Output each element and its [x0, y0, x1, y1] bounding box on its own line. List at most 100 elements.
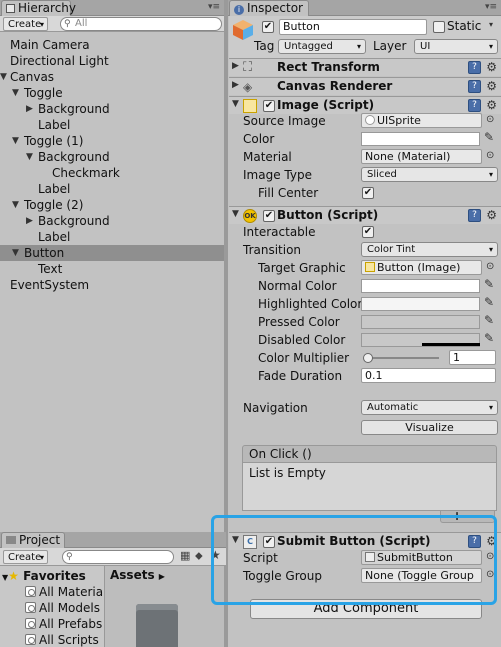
collapsed-triangle-icon[interactable]: ▶	[26, 213, 33, 229]
color-multiplier-input[interactable]: 1	[449, 350, 496, 365]
add-component-button[interactable]: Add Component	[250, 599, 482, 619]
tree-item[interactable]: ▼ Toggle (1)	[0, 133, 224, 149]
expanded-triangle-icon[interactable]: ▼	[0, 69, 7, 85]
tree-item[interactable]: ▶ Background	[0, 213, 224, 229]
tree-item[interactable]: Directional Light	[0, 53, 224, 69]
layer-dropdown[interactable]: UI ▾	[414, 39, 498, 54]
favorites-item[interactable]: All Scripts	[25, 632, 99, 647]
assets-breadcrumb[interactable]: Assets ▶	[110, 568, 165, 582]
highlighted-color-swatch[interactable]	[361, 297, 480, 311]
visualize-button[interactable]: Visualize	[361, 420, 498, 435]
tree-item[interactable]: Text	[0, 261, 224, 277]
object-picker-icon[interactable]: ⊙	[486, 150, 494, 161]
tag-dropdown[interactable]: Untagged ▾	[278, 39, 366, 54]
tree-item[interactable]: EventSystem	[0, 277, 224, 293]
image-type-dropdown[interactable]: Sliced ▾	[361, 167, 498, 182]
rect-transform-header[interactable]: ▶ ⛶ Rect Transform ? ⚙	[229, 58, 501, 76]
source-image-field[interactable]: UISprite	[361, 113, 482, 128]
collapsed-triangle-icon[interactable]: ▶	[232, 61, 239, 71]
expanded-triangle-icon[interactable]: ▼	[232, 209, 239, 219]
tree-item[interactable]: ▼ Toggle	[0, 85, 224, 101]
material-field[interactable]: None (Material)	[361, 149, 482, 164]
tree-item[interactable]: ▶ Background	[0, 101, 224, 117]
remove-list-item-button[interactable]: -	[478, 510, 482, 522]
project-search-input[interactable]: ⚲	[62, 550, 174, 564]
expanded-triangle-icon[interactable]: ▼	[12, 245, 19, 261]
help-book-icon[interactable]: ?	[468, 80, 481, 93]
gear-icon[interactable]: ⚙	[486, 534, 497, 548]
submit-button-enabled-checkbox[interactable]: ✔	[263, 536, 275, 548]
static-checkbox[interactable]	[433, 21, 445, 33]
color-swatch[interactable]	[361, 132, 480, 146]
slider-thumb[interactable]	[363, 353, 373, 363]
inspector-menu-icon[interactable]: ▾≡	[485, 2, 497, 12]
disabled-color-swatch[interactable]	[361, 333, 480, 347]
tree-item[interactable]: Checkmark	[0, 165, 224, 181]
collapsed-triangle-icon[interactable]: ▶	[26, 101, 33, 117]
navigation-dropdown[interactable]: Automatic ▾	[361, 400, 498, 415]
expanded-triangle-icon[interactable]: ▼	[12, 85, 19, 101]
button-component-header[interactable]: ▼ OK ✔ Button (Script) ? ⚙	[229, 206, 501, 224]
help-book-icon[interactable]: ?	[468, 209, 481, 222]
target-graphic-field[interactable]: Button (Image)	[361, 260, 482, 275]
submit-button-component-header[interactable]: ▼ C ✔ Submit Button (Script) ? ⚙	[229, 532, 501, 550]
expanded-triangle-icon[interactable]: ▼	[232, 535, 239, 545]
script-field[interactable]: SubmitButton	[361, 550, 482, 565]
gear-icon[interactable]: ⚙	[486, 60, 497, 74]
help-book-icon[interactable]: ?	[468, 61, 481, 74]
static-dropdown-icon[interactable]: ▾	[489, 20, 493, 29]
tree-item[interactable]: Label	[0, 181, 224, 197]
interactable-checkbox[interactable]: ✔	[362, 226, 374, 238]
filter-by-label-icon[interactable]: ⬥	[195, 549, 203, 563]
tree-item[interactable]: ▼ Toggle (2)	[0, 197, 224, 213]
hierarchy-create-button[interactable]: Create ▾	[3, 17, 48, 31]
fade-duration-input[interactable]: 0.1	[361, 368, 496, 383]
canvas-renderer-header[interactable]: ▶ ◈ Canvas Renderer ? ⚙	[229, 77, 501, 95]
toggle-group-field[interactable]: None (Toggle Group	[361, 568, 482, 583]
eyedropper-icon[interactable]: ✎	[484, 295, 494, 309]
tree-item[interactable]: ▼ Canvas	[0, 69, 224, 85]
normal-color-swatch[interactable]	[361, 279, 480, 293]
asset-folder-icon[interactable]	[136, 604, 178, 647]
object-picker-icon[interactable]: ⊙	[486, 114, 494, 125]
collapsed-triangle-icon[interactable]: ▶	[232, 80, 239, 90]
gear-icon[interactable]: ⚙	[486, 98, 497, 112]
hierarchy-tab[interactable]: Hierarchy	[1, 0, 76, 16]
favorites-item[interactable]: All Prefabs	[25, 616, 102, 632]
project-tab[interactable]: Project	[1, 532, 65, 548]
expanded-triangle-icon[interactable]: ▼	[232, 99, 239, 109]
hierarchy-search-input[interactable]: ⚲ All	[60, 17, 222, 31]
tree-item[interactable]: ▼ Background	[0, 149, 224, 165]
eyedropper-icon[interactable]: ✎	[484, 130, 494, 144]
help-book-icon[interactable]: ?	[468, 99, 481, 112]
eyedropper-icon[interactable]: ✎	[484, 277, 494, 291]
gear-icon[interactable]: ⚙	[486, 79, 497, 93]
object-picker-icon[interactable]: ⊙	[486, 569, 494, 580]
favorites-item[interactable]: All Models	[25, 600, 100, 616]
eyedropper-icon[interactable]: ✎	[484, 313, 494, 327]
image-component-header[interactable]: ▼ ✔ Image (Script) ? ⚙	[229, 96, 501, 114]
eyedropper-icon[interactable]: ✎	[484, 331, 494, 345]
gameobject-active-checkbox[interactable]: ✔	[262, 21, 274, 33]
favorites-item[interactable]: All Material	[25, 584, 106, 600]
favorite-star-icon[interactable]: ★	[210, 548, 221, 562]
pressed-color-swatch[interactable]	[361, 315, 480, 329]
project-create-button[interactable]: Create ▾	[3, 550, 48, 564]
button-enabled-checkbox[interactable]: ✔	[263, 210, 275, 222]
gear-icon[interactable]: ⚙	[486, 208, 497, 222]
expanded-triangle-icon[interactable]: ▼	[12, 197, 19, 213]
filter-by-type-icon[interactable]: ▦	[180, 549, 190, 562]
transition-dropdown[interactable]: Color Tint ▾	[361, 242, 498, 257]
favorites-header[interactable]: ▼★ Favorites	[2, 568, 86, 584]
tree-item[interactable]: Main Camera	[0, 37, 224, 53]
expanded-triangle-icon[interactable]: ▼	[26, 149, 33, 165]
hierarchy-menu-icon[interactable]: ▾≡	[208, 2, 220, 12]
fill-center-checkbox[interactable]: ✔	[362, 187, 374, 199]
expanded-triangle-icon[interactable]: ▼	[12, 133, 19, 149]
object-picker-icon[interactable]: ⊙	[486, 551, 494, 562]
tree-item-selected[interactable]: ▼ Button	[0, 245, 224, 261]
object-picker-icon[interactable]: ⊙	[486, 261, 494, 272]
tree-item[interactable]: Label	[0, 117, 224, 133]
add-list-item-button[interactable]: +	[452, 510, 462, 522]
image-enabled-checkbox[interactable]: ✔	[263, 100, 275, 112]
